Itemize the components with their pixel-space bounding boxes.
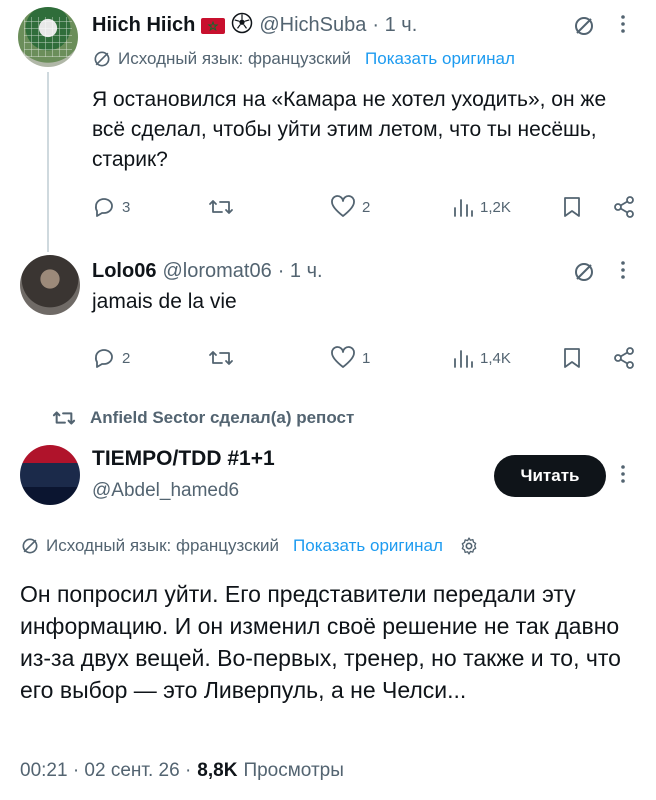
translate-icon[interactable] xyxy=(572,14,596,38)
bookmark-button[interactable] xyxy=(562,346,582,370)
views-label: Просмотры xyxy=(243,760,344,781)
views-button[interactable]: 1,2K xyxy=(452,195,511,219)
tweet-text: Он попросил уйти. Его представители пере… xyxy=(20,581,621,703)
tweet-text: jamais de la vie xyxy=(92,290,237,313)
reply-button[interactable]: 2 xyxy=(92,346,130,370)
handle[interactable]: @loromat06 xyxy=(162,260,271,283)
retweet-icon xyxy=(209,351,233,365)
display-name[interactable]: Lolo06 xyxy=(92,260,156,283)
handle[interactable]: @HichSuba xyxy=(259,14,366,37)
bookmark-icon xyxy=(564,348,580,368)
repost-indicator: Anfield Sector сделал(а) репост xyxy=(52,407,354,429)
thread-line xyxy=(47,72,49,252)
like-button[interactable]: 1 xyxy=(330,346,370,370)
tweet-time[interactable]: · 1 ч. xyxy=(278,260,323,283)
reply-button[interactable]: 3 xyxy=(92,195,130,219)
show-original-link[interactable]: Показать оригинал xyxy=(365,49,515,69)
translation-label: Исходный язык: французский xyxy=(118,49,352,68)
retweet-icon xyxy=(209,200,233,214)
display-name-text: TIEMPO/TDD #1+1 xyxy=(92,447,275,470)
timestamp[interactable]: 00:21 · 02 сент. 26 · xyxy=(20,760,191,782)
show-original-link[interactable]: Показать оригинал xyxy=(293,536,443,556)
translate-icon[interactable] xyxy=(572,260,596,284)
translation-label: Исходный язык: французский xyxy=(46,536,280,555)
share-button[interactable] xyxy=(612,346,636,370)
tweet-header: Hiich Hiich @HichSuba · 1 ч. xyxy=(92,12,417,39)
like-count: 2 xyxy=(362,198,371,216)
heart-icon xyxy=(331,346,355,368)
avatar[interactable] xyxy=(18,7,78,67)
soccer-ball-icon xyxy=(231,12,253,39)
flag-icon xyxy=(201,17,226,34)
reply-icon xyxy=(94,198,113,217)
bookmark-button[interactable] xyxy=(562,195,582,219)
reply-icon xyxy=(94,349,113,368)
tweet-text: Я остановился на «Камара не хотел уходит… xyxy=(92,88,607,171)
views-icon xyxy=(454,199,473,217)
avatar[interactable] xyxy=(20,445,80,505)
views-button[interactable]: 1,4K xyxy=(452,346,511,370)
view-count: 1,4K xyxy=(480,349,511,367)
follow-button[interactable]: Читать xyxy=(494,455,606,497)
translate-icon xyxy=(20,536,40,556)
repost-label[interactable]: Anfield Sector сделал(а) репост xyxy=(90,408,354,428)
translation-note: Исходный язык: французский Показать ориг… xyxy=(20,536,479,556)
more-options-icon[interactable] xyxy=(620,462,626,491)
share-button[interactable] xyxy=(612,195,636,219)
share-icon xyxy=(614,196,634,218)
like-count: 1 xyxy=(362,349,371,367)
more-options-icon[interactable] xyxy=(620,258,626,287)
tweet-meta: 00:21 · 02 сент. 26 · 8,8K Просмотры xyxy=(20,760,344,782)
translate-icon xyxy=(92,49,112,69)
view-count: 1,2K xyxy=(480,198,511,216)
like-button[interactable]: 2 xyxy=(330,195,370,219)
views-icon xyxy=(454,350,473,368)
retweet-button[interactable] xyxy=(208,195,234,219)
retweet-button[interactable] xyxy=(208,346,234,370)
display-name[interactable]: Hiich Hiich xyxy=(92,14,195,37)
bookmark-icon xyxy=(564,197,580,217)
reply-count: 2 xyxy=(122,349,131,367)
reply-count: 3 xyxy=(122,198,131,216)
more-options-icon[interactable] xyxy=(620,12,626,41)
translation-note: Исходный язык: французский Показать ориг… xyxy=(92,49,515,69)
heart-icon xyxy=(331,195,355,217)
share-icon xyxy=(614,347,634,369)
display-name[interactable]: TIEMPO/TDD #1+1 xyxy=(92,447,275,471)
retweet-icon xyxy=(52,411,76,425)
views-count: 8,8K xyxy=(197,760,238,781)
gear-icon[interactable] xyxy=(459,536,479,556)
tweet-header: Lolo06 @loromat06 · 1 ч. xyxy=(92,260,323,283)
tweet-time[interactable]: · 1 ч. xyxy=(372,14,417,37)
avatar[interactable] xyxy=(20,255,80,315)
handle[interactable]: @Abdel_hamed6 xyxy=(92,480,239,502)
